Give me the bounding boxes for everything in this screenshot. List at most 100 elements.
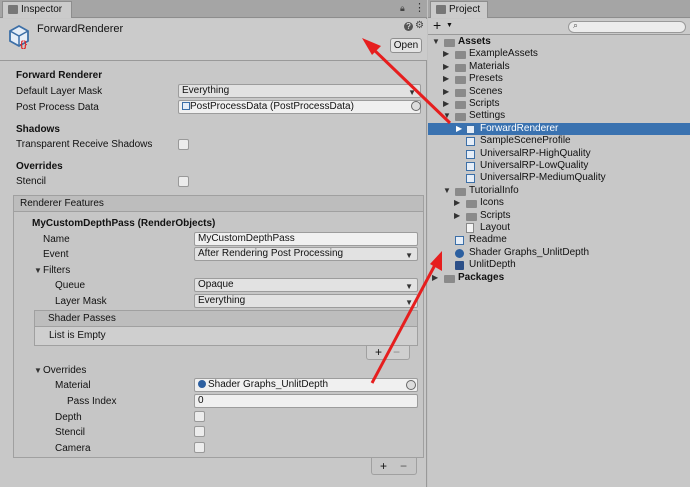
asset-cube-icon <box>455 236 464 246</box>
tree-item[interactable]: Readme <box>428 234 690 246</box>
expanded-arrow-icon[interactable]: ▼ <box>443 111 451 120</box>
depth-checkbox[interactable] <box>194 411 205 422</box>
tab-inspector[interactable]: Inspector <box>2 1 72 18</box>
tree-item[interactable]: ▶ ForwardRenderer <box>428 122 690 136</box>
camera-checkbox[interactable] <box>194 442 205 453</box>
section-overrides: Overrides <box>16 161 63 172</box>
tree-item-label: Layout <box>480 222 511 233</box>
tree-item-label: Settings <box>469 110 506 122</box>
chevron-down-icon[interactable]: ▼ <box>446 22 453 29</box>
tree-item[interactable]: UnlitDepth <box>428 259 690 271</box>
expanded-arrow-icon[interactable]: ▼ <box>432 37 440 46</box>
tree-item[interactable]: ▶ Scripts <box>428 210 690 222</box>
inspector-panel: Inspector 🔒︎ ⋮ {} ForwardRenderer ? ⚙ Op… <box>0 0 427 487</box>
add-feature-button[interactable]: + <box>380 459 387 473</box>
collapsed-arrow-icon[interactable]: ▶ <box>443 87 449 96</box>
collapsed-arrow-icon[interactable]: ▶ <box>443 49 449 58</box>
tree-item[interactable]: Shader Graphs_UnlitDepth <box>428 247 690 259</box>
object-picker-icon[interactable] <box>411 101 421 111</box>
tree-item-label: Packages <box>458 271 505 283</box>
tree-item[interactable]: ▼ Assets <box>428 36 690 48</box>
tree-item-label: ForwardRenderer <box>480 122 559 134</box>
filters-label: Filters <box>43 265 71 276</box>
tree-item[interactable]: ▶ Scripts <box>428 98 690 110</box>
inspector-title: ForwardRenderer <box>37 23 124 35</box>
tree-item[interactable]: ▶ Icons <box>428 197 690 209</box>
tree-item[interactable]: ▶ Scenes <box>428 86 690 98</box>
collapsed-arrow-icon[interactable]: ▶ <box>443 99 449 108</box>
collapsed-arrow-icon[interactable]: ▶ <box>443 74 449 83</box>
queue-dropdown[interactable]: Opaque ▼ <box>194 278 418 292</box>
tree-item-label: Scripts <box>469 98 500 109</box>
tree-item[interactable]: ▶ ExampleAssets <box>428 48 690 60</box>
tree-item[interactable]: SampleSceneProfile <box>428 135 690 147</box>
folder-icon <box>455 76 466 85</box>
tree-item[interactable]: ▶ Packages <box>428 272 690 284</box>
tree-item-label: Scripts <box>480 209 511 221</box>
tab-menu-icon[interactable]: ⋮ <box>414 1 425 14</box>
material-field[interactable]: Shader Graphs_UnlitDepth <box>194 378 418 392</box>
help-icon[interactable]: ? <box>404 22 413 31</box>
tree-item-label: Scenes <box>469 85 503 97</box>
lock-icon[interactable]: 🔒︎ <box>400 3 405 14</box>
inspector-tab-icon <box>8 5 18 14</box>
filters-foldout-icon[interactable]: ▼ <box>34 266 42 275</box>
post-process-asset-icon <box>182 102 190 110</box>
feature-title: MyCustomDepthPass (RenderObjects) <box>32 218 216 229</box>
add-asset-button[interactable]: + <box>433 17 441 33</box>
post-process-field[interactable]: PostProcessData (PostProcessData) <box>178 100 421 114</box>
default-layer-mask-dropdown[interactable]: Everything ▼ <box>178 84 421 98</box>
tree-item[interactable]: ▶ Materials <box>428 61 690 73</box>
stencil-checkbox[interactable] <box>178 176 189 187</box>
tree-item-label: SampleSceneProfile <box>480 135 571 147</box>
gear-icon[interactable]: ⚙ <box>415 20 424 31</box>
folder-icon <box>466 200 477 209</box>
feature-name-label: Name <box>43 234 70 245</box>
feature-name-input[interactable]: MyCustomDepthPass <box>194 232 418 246</box>
search-input[interactable]: ⌕ <box>568 20 686 33</box>
feature-event-dropdown[interactable]: After Rendering Post Processing ▼ <box>194 247 418 261</box>
tree-item[interactable]: UniversalRP-MediumQuality <box>428 172 690 184</box>
tree-item[interactable]: ▼ TutorialInfo <box>428 185 690 197</box>
remove-feature-button[interactable]: − <box>400 459 407 473</box>
tree-item[interactable]: Layout <box>428 222 690 234</box>
tab-project[interactable]: Project <box>430 1 488 18</box>
tree-item-label: UnlitDepth <box>469 259 516 271</box>
renderer-features-footer: + − <box>371 458 417 475</box>
transparent-shadows-checkbox[interactable] <box>178 139 189 150</box>
tree-item[interactable]: UniversalRP-LowQuality <box>428 160 690 172</box>
feature-stencil-checkbox[interactable] <box>194 426 205 437</box>
collapsed-arrow-icon[interactable]: ▶ <box>432 273 438 282</box>
tree-item-label: Materials <box>469 60 510 72</box>
tree-item[interactable]: ▼ Settings <box>428 110 690 122</box>
open-button[interactable]: Open <box>390 38 422 53</box>
depth-label: Depth <box>55 412 82 423</box>
asset-cube-icon <box>466 124 475 134</box>
camera-label: Camera <box>55 443 91 454</box>
tree-item[interactable]: UniversalRP-HighQuality <box>428 148 690 160</box>
chevron-down-icon: ▼ <box>405 282 413 291</box>
renderer-features-header: Renderer Features <box>13 195 424 212</box>
add-shader-pass-button[interactable]: + <box>375 345 382 359</box>
inspector-header: {} ForwardRenderer ? ⚙ Open <box>0 19 427 61</box>
pass-index-input[interactable]: 0 <box>194 394 418 408</box>
tree-item-label: TutorialInfo <box>469 184 519 196</box>
layer-mask-label: Layer Mask <box>55 296 107 307</box>
material-picker-icon[interactable] <box>406 380 416 390</box>
section-shadows: Shadows <box>16 124 60 135</box>
collapsed-arrow-icon[interactable]: ▶ <box>443 62 449 71</box>
collapsed-arrow-icon[interactable]: ▶ <box>454 211 460 220</box>
collapsed-arrow-icon[interactable]: ▶ <box>454 198 460 207</box>
overrides-foldout-icon[interactable]: ▼ <box>34 366 42 375</box>
project-panel: Project + ▼ ⌕ ▼ Assets ▶ ExampleAssets ▶ Mate… <box>428 0 690 487</box>
queue-label: Queue <box>55 280 86 291</box>
layer-mask-dropdown[interactable]: Everything ▼ <box>194 294 418 308</box>
inspector-tabbar: Inspector 🔒︎ ⋮ <box>0 0 427 18</box>
remove-shader-pass-button[interactable]: − <box>393 345 400 359</box>
pass-index-label: Pass Index <box>67 396 117 407</box>
file-icon <box>466 223 474 233</box>
feature-stencil-label: Stencil <box>55 427 86 438</box>
collapsed-arrow-icon[interactable]: ▶ <box>456 124 462 133</box>
expanded-arrow-icon[interactable]: ▼ <box>443 186 451 195</box>
tree-item[interactable]: ▶ Presets <box>428 73 690 85</box>
